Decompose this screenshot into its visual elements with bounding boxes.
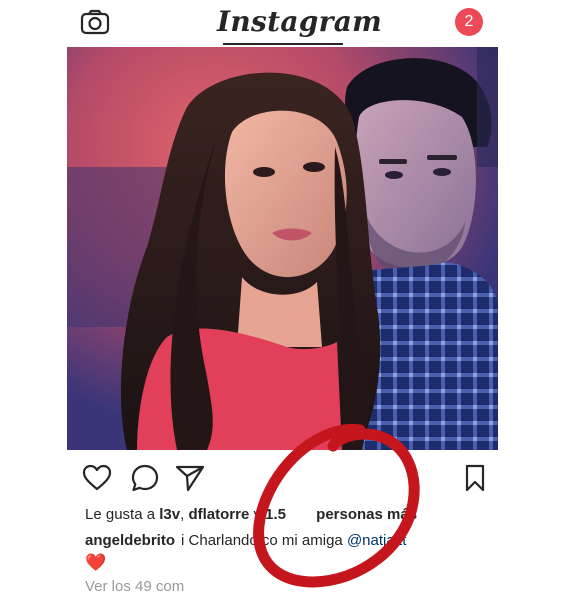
likes-count[interactable]: 1.5 (265, 506, 286, 523)
notification-badge[interactable]: 2 (455, 8, 483, 36)
instagram-post-screen: Instagram 2 Le gusta a l3v, dflatorre y … (67, 0, 498, 594)
post-caption: angeldebrito i Charlando co mi amiga @nat… (85, 532, 505, 549)
liker-username-1[interactable]: l3v (159, 506, 180, 523)
comment-bubble-icon[interactable] (129, 462, 161, 494)
likes-middle: y (249, 506, 266, 523)
caption-text-a: i Charlando co (181, 532, 278, 549)
likes-prefix: Le gusta a (85, 506, 160, 523)
post-actions (67, 462, 498, 498)
logo-underline (223, 43, 343, 45)
caption-heart-emoji: ❤️ (85, 553, 107, 572)
likes-suffix[interactable]: personas más (312, 506, 417, 523)
caption-mention[interactable]: @natjaitt (347, 532, 406, 549)
screenshot-page: Instagram 2 Le gusta a l3v, dflatorre y … (0, 0, 586, 594)
top-bar: Instagram 2 (67, 0, 498, 46)
paper-plane-icon[interactable] (174, 462, 206, 494)
caption-text-b: mi amiga (277, 532, 347, 549)
view-comments-link[interactable]: Ver los 49 com (85, 578, 184, 594)
instagram-logo: Instagram (217, 5, 383, 38)
photo-image (67, 47, 498, 450)
caption-username[interactable]: angeldebrito (85, 532, 175, 549)
bookmark-icon[interactable] (459, 462, 491, 494)
liker-username-2[interactable]: dflatorre (188, 506, 249, 523)
likes-summary: Le gusta a l3v, dflatorre y 1.5 personas… (85, 506, 505, 523)
post-photo[interactable] (67, 47, 498, 450)
camera-icon[interactable] (80, 9, 110, 35)
heart-outline-icon[interactable] (81, 462, 113, 494)
